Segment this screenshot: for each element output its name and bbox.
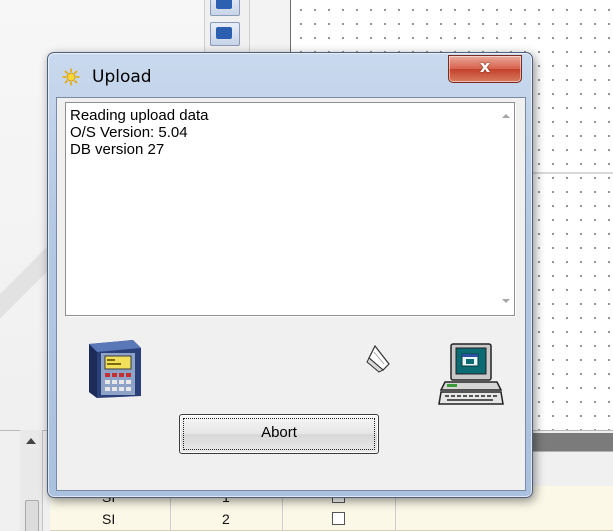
log-scrollbar[interactable] <box>497 103 514 315</box>
plc-controller-icon <box>89 340 141 398</box>
computer-icon <box>438 343 504 405</box>
toolbar-icon <box>216 0 232 9</box>
dialog-title: Upload <box>92 67 152 87</box>
log-line: DB version 27 <box>70 141 165 158</box>
upload-sun-icon <box>62 68 80 86</box>
dialog-titlebar[interactable]: Upload x <box>48 53 532 97</box>
toolbar-icon <box>216 27 232 39</box>
background-scrollbar[interactable] <box>20 430 43 531</box>
table-cell-value: 2 <box>222 511 230 527</box>
table-row[interactable]: SI 2 <box>50 508 613 531</box>
table-checkbox[interactable] <box>332 512 345 525</box>
abort-button[interactable]: Abort <box>179 414 379 454</box>
scroll-grip[interactable] <box>25 500 39 531</box>
upload-dialog: Upload x Reading upload data O/S Version… <box>47 52 533 498</box>
toolbar-button-2[interactable] <box>210 22 240 46</box>
upload-log-textbox[interactable]: Reading upload data O/S Version: 5.04 DB… <box>65 102 515 316</box>
table-cell-name: SI <box>102 511 116 527</box>
log-line: O/S Version: 5.04 <box>70 124 188 141</box>
abort-button-label: Abort <box>261 424 297 441</box>
upload-log-text: Reading upload data O/S Version: 5.04 DB… <box>70 107 490 158</box>
close-button[interactable]: x <box>448 55 522 83</box>
toolbar-button-1[interactable] <box>210 0 240 16</box>
log-line: Reading upload data <box>70 107 209 124</box>
close-icon: x <box>479 57 491 76</box>
scroll-up-icon[interactable] <box>502 114 510 118</box>
paper-flying-icon <box>366 344 390 373</box>
screen: SI 1 SI 2 Upl <box>0 0 613 531</box>
table-header-dark-cell <box>523 433 613 451</box>
dialog-client-area: Reading upload data O/S Version: 5.04 DB… <box>56 97 526 491</box>
scroll-down-icon[interactable] <box>502 299 510 303</box>
scroll-up-icon[interactable] <box>26 438 36 444</box>
